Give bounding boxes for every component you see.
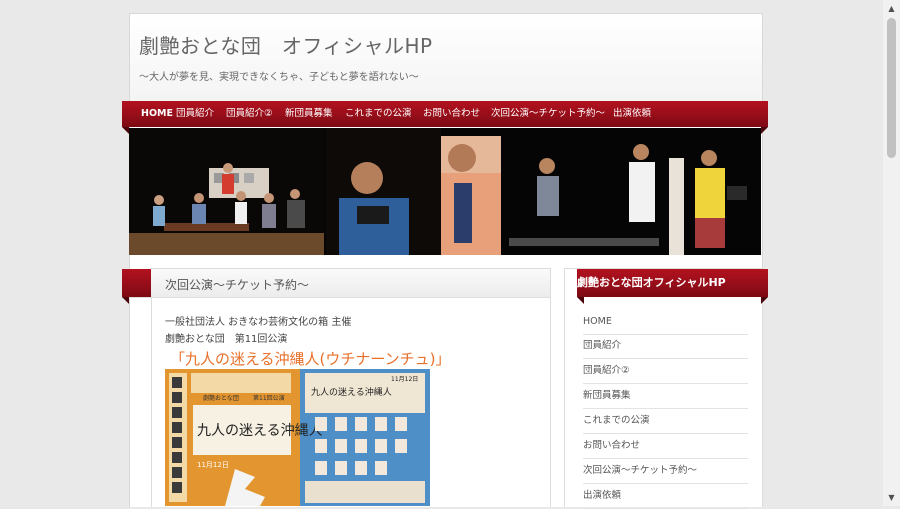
header-banner-image bbox=[129, 128, 761, 255]
flyer-title-art-small: 九人の迷える沖縄人 bbox=[311, 386, 392, 398]
flyer-logo-text: 劇艶おとな団 bbox=[203, 394, 239, 402]
sidebar-item-next-show[interactable]: 次回公演〜チケット予約〜 bbox=[583, 459, 748, 484]
nav-item-home[interactable]: HOME bbox=[141, 101, 173, 127]
banner-photo-collage bbox=[129, 128, 761, 255]
show-flyer-image[interactable]: 劇艶おとな団 第11回公演 九人の迷える沖縄人 11月12日 九人の迷える沖縄人… bbox=[165, 369, 430, 506]
sidebar-item-members-2[interactable]: 団員紹介② bbox=[583, 359, 748, 384]
content-ribbon-tab bbox=[122, 269, 151, 297]
sidebar-item-members[interactable]: 団員紹介 bbox=[583, 334, 748, 359]
nav-ribbon-fold-right bbox=[761, 127, 768, 134]
site-title[interactable]: 劇艶おとな団 オフィシャルHP bbox=[139, 30, 433, 59]
nav-item-members[interactable]: 団員紹介 bbox=[176, 101, 214, 127]
sidebar-ribbon-fold-left bbox=[577, 297, 584, 304]
nav-ribbon-fold-left bbox=[122, 127, 129, 134]
play-title: 「九人の迷える沖縄人(ウチナーンチュ)」 bbox=[170, 350, 451, 368]
scroll-down-arrow-icon[interactable]: ▼ bbox=[883, 489, 900, 506]
sidebar-item-contact[interactable]: お問い合わせ bbox=[583, 434, 748, 459]
flyer-edition-text: 第11回公演 bbox=[253, 394, 285, 402]
sidebar-title: 劇艶おとな団オフィシャルHP bbox=[577, 276, 726, 289]
performance-text: 劇艶おとな団 第11回公演 bbox=[165, 334, 288, 345]
flyer-title-art: 九人の迷える沖縄人 bbox=[197, 423, 323, 439]
flyer-date-small: 11月12日 bbox=[391, 376, 418, 383]
nav-item-members-2[interactable]: 団員紹介② bbox=[226, 101, 273, 127]
site-header: 劇艶おとな団 オフィシャルHP 〜大人が夢を見、実現できなくちゃ、子どもと夢を語… bbox=[130, 14, 762, 102]
page-scrollbar[interactable]: ▲ ▼ bbox=[883, 0, 900, 506]
main-nav: HOME 団員紹介 団員紹介② 新団員募集 これまでの公演 お問い合わせ 次回公… bbox=[122, 101, 768, 127]
sidebar-item-home[interactable]: HOME bbox=[583, 310, 748, 335]
sidebar-item-booking[interactable]: 出演依頼 bbox=[583, 484, 748, 509]
organizer-text: 一般社団法人 おきなわ芸術文化の箱 主催 bbox=[165, 317, 352, 328]
nav-item-past-shows[interactable]: これまでの公演 bbox=[345, 101, 412, 127]
sidebar-item-past-shows[interactable]: これまでの公演 bbox=[583, 409, 748, 434]
scroll-up-arrow-icon[interactable]: ▲ bbox=[883, 0, 900, 17]
sidebar-item-recruit[interactable]: 新団員募集 bbox=[583, 384, 748, 409]
scrollbar-thumb[interactable] bbox=[887, 18, 896, 158]
sidebar-ribbon-fold-right bbox=[761, 297, 768, 304]
flyer-artwork: 劇艶おとな団 第11回公演 九人の迷える沖縄人 11月12日 九人の迷える沖縄人… bbox=[165, 369, 430, 506]
flyer-date-text: 11月12日 bbox=[197, 461, 229, 469]
nav-item-next-show[interactable]: 次回公演〜チケット予約〜 bbox=[491, 101, 605, 127]
nav-item-recruit[interactable]: 新団員募集 bbox=[285, 101, 333, 127]
nav-item-contact[interactable]: お問い合わせ bbox=[423, 101, 480, 127]
content-ribbon-fold bbox=[122, 297, 129, 304]
page-title: 次回公演〜チケット予約〜 bbox=[165, 278, 310, 292]
site-tagline: 〜大人が夢を見、実現できなくちゃ、子どもと夢を語れない〜 bbox=[139, 72, 419, 83]
nav-item-booking[interactable]: 出演依頼 bbox=[613, 101, 651, 127]
